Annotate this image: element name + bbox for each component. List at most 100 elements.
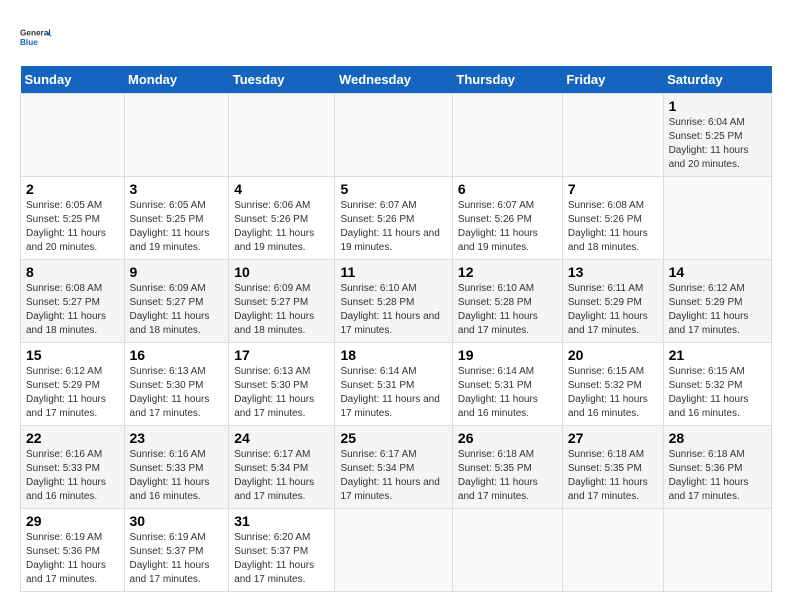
day-number: 27	[568, 430, 658, 446]
day-info: Sunrise: 6:08 AMSunset: 5:26 PMDaylight:…	[568, 199, 658, 255]
day-number: 15	[26, 347, 119, 363]
day-number: 17	[234, 347, 329, 363]
day-number: 20	[568, 347, 658, 363]
day-number: 10	[234, 264, 329, 280]
day-info: Sunrise: 6:16 AMSunset: 5:33 PMDaylight:…	[130, 448, 224, 504]
day-info: Sunrise: 6:19 AMSunset: 5:36 PMDaylight:…	[26, 531, 119, 587]
day-info: Sunrise: 6:12 AMSunset: 5:29 PMDaylight:…	[669, 282, 766, 338]
day-info: Sunrise: 6:09 AMSunset: 5:27 PMDaylight:…	[130, 282, 224, 338]
calendar-cell	[335, 94, 452, 177]
col-header-sunday: Sunday	[21, 66, 125, 94]
calendar-cell: 24Sunrise: 6:17 AMSunset: 5:34 PMDayligh…	[229, 426, 335, 509]
day-info: Sunrise: 6:17 AMSunset: 5:34 PMDaylight:…	[340, 448, 446, 504]
calendar-row: 8 Sunrise: 6:08 AMSunset: 5:27 PMDaylight…	[21, 260, 772, 343]
day-info: Sunrise: 6:10 AMSunset: 5:28 PMDaylight:…	[458, 282, 557, 338]
day-number: 31	[234, 513, 329, 529]
calendar-cell: 10 Sunrise: 6:09 AMSunset: 5:27 PMDayligh…	[229, 260, 335, 343]
calendar-cell: 18Sunrise: 6:14 AMSunset: 5:31 PMDayligh…	[335, 343, 452, 426]
day-number: 7	[568, 181, 658, 197]
day-info: Sunrise: 6:07 AMSunset: 5:26 PMDaylight:…	[458, 199, 557, 255]
day-number: 22	[26, 430, 119, 446]
day-info: Sunrise: 6:04 AMSunset: 5:25 PMDaylight:…	[669, 116, 766, 172]
calendar-cell: 13Sunrise: 6:11 AMSunset: 5:29 PMDayligh…	[562, 260, 663, 343]
day-info: Sunrise: 6:11 AMSunset: 5:29 PMDaylight:…	[568, 282, 658, 338]
calendar-cell	[335, 509, 452, 592]
day-info: Sunrise: 6:16 AMSunset: 5:33 PMDaylight:…	[26, 448, 119, 504]
calendar-row: 1 Sunrise: 6:04 AMSunset: 5:25 PMDaylight…	[21, 94, 772, 177]
day-number: 28	[669, 430, 766, 446]
day-info: Sunrise: 6:07 AMSunset: 5:26 PMDaylight:…	[340, 199, 446, 255]
calendar-row: 22 Sunrise: 6:16 AMSunset: 5:33 PMDayligh…	[21, 426, 772, 509]
calendar-cell: 29 Sunrise: 6:19 AMSunset: 5:36 PMDayligh…	[21, 509, 125, 592]
calendar-cell: 17 Sunrise: 6:13 AMSunset: 5:30 PMDayligh…	[229, 343, 335, 426]
day-number: 21	[669, 347, 766, 363]
calendar-cell: 4Sunrise: 6:06 AMSunset: 5:26 PMDaylight…	[229, 177, 335, 260]
col-header-friday: Friday	[562, 66, 663, 94]
col-header-tuesday: Tuesday	[229, 66, 335, 94]
calendar-cell: 23 Sunrise: 6:16 AMSunset: 5:33 PMDayligh…	[124, 426, 229, 509]
day-info: Sunrise: 6:08 AMSunset: 5:27 PMDaylight:…	[26, 282, 119, 338]
calendar-cell	[229, 94, 335, 177]
day-number: 19	[458, 347, 557, 363]
svg-text:Blue: Blue	[20, 38, 38, 47]
calendar-cell: 27 Sunrise: 6:18 AMSunset: 5:35 PMDayligh…	[562, 426, 663, 509]
day-number: 11	[340, 264, 446, 280]
calendar-cell: 6 Sunrise: 6:07 AMSunset: 5:26 PMDaylight…	[452, 177, 562, 260]
day-number: 25	[340, 430, 446, 446]
day-info: Sunrise: 6:19 AMSunset: 5:37 PMDaylight:…	[130, 531, 224, 587]
col-header-wednesday: Wednesday	[335, 66, 452, 94]
calendar-cell: 14 Sunrise: 6:12 AMSunset: 5:29 PMDayligh…	[663, 260, 771, 343]
calendar-cell: 31 Sunrise: 6:20 AMSunset: 5:37 PMDayligh…	[229, 509, 335, 592]
day-info: Sunrise: 6:20 AMSunset: 5:37 PMDaylight:…	[234, 531, 329, 587]
col-header-thursday: Thursday	[452, 66, 562, 94]
day-number: 14	[669, 264, 766, 280]
calendar-cell: 16 Sunrise: 6:13 AMSunset: 5:30 PMDayligh…	[124, 343, 229, 426]
calendar-cell: 25 Sunrise: 6:17 AMSunset: 5:34 PMDayligh…	[335, 426, 452, 509]
day-info: Sunrise: 6:18 AMSunset: 5:35 PMDaylight:…	[568, 448, 658, 504]
day-number: 3	[130, 181, 224, 197]
day-number: 24	[234, 430, 329, 446]
calendar-cell: 7 Sunrise: 6:08 AMSunset: 5:26 PMDaylight…	[562, 177, 663, 260]
calendar-cell: 12Sunrise: 6:10 AMSunset: 5:28 PMDayligh…	[452, 260, 562, 343]
day-info: Sunrise: 6:13 AMSunset: 5:30 PMDaylight:…	[130, 365, 224, 421]
day-info: Sunrise: 6:18 AMSunset: 5:36 PMDaylight:…	[669, 448, 766, 504]
day-info: Sunrise: 6:14 AMSunset: 5:31 PMDaylight:…	[458, 365, 557, 421]
day-info: Sunrise: 6:06 AMSunset: 5:26 PMDaylight:…	[234, 199, 329, 255]
day-number: 23	[130, 430, 224, 446]
day-number: 8	[26, 264, 119, 280]
day-number: 26	[458, 430, 557, 446]
calendar-cell	[663, 177, 771, 260]
col-header-saturday: Saturday	[663, 66, 771, 94]
day-number: 6	[458, 181, 557, 197]
calendar-cell: 28 Sunrise: 6:18 AMSunset: 5:36 PMDayligh…	[663, 426, 771, 509]
calendar-cell	[452, 94, 562, 177]
logo-icon: GeneralBlue	[20, 20, 56, 56]
calendar-cell: 8 Sunrise: 6:08 AMSunset: 5:27 PMDaylight…	[21, 260, 125, 343]
calendar-row: 15 Sunrise: 6:12 AMSunset: 5:29 PMDayligh…	[21, 343, 772, 426]
calendar-cell	[452, 509, 562, 592]
calendar-cell	[663, 509, 771, 592]
day-info: Sunrise: 6:12 AMSunset: 5:29 PMDaylight:…	[26, 365, 119, 421]
calendar-cell	[562, 509, 663, 592]
calendar-cell: 15 Sunrise: 6:12 AMSunset: 5:29 PMDayligh…	[21, 343, 125, 426]
calendar-cell: 21Sunrise: 6:15 AMSunset: 5:32 PMDayligh…	[663, 343, 771, 426]
logo: GeneralBlue	[20, 20, 56, 56]
day-info: Sunrise: 6:15 AMSunset: 5:32 PMDaylight:…	[568, 365, 658, 421]
day-info: Sunrise: 6:05 AMSunset: 5:25 PMDaylight:…	[26, 199, 119, 255]
day-number: 1	[669, 98, 766, 114]
day-info: Sunrise: 6:13 AMSunset: 5:30 PMDaylight:…	[234, 365, 329, 421]
calendar-cell: 5Sunrise: 6:07 AMSunset: 5:26 PMDaylight…	[335, 177, 452, 260]
day-number: 29	[26, 513, 119, 529]
calendar-cell	[562, 94, 663, 177]
calendar-table: SundayMondayTuesdayWednesdayThursdayFrid…	[20, 66, 772, 592]
calendar-cell	[21, 94, 125, 177]
calendar-cell: 22 Sunrise: 6:16 AMSunset: 5:33 PMDayligh…	[21, 426, 125, 509]
day-number: 30	[130, 513, 224, 529]
calendar-cell: 20 Sunrise: 6:15 AMSunset: 5:32 PMDayligh…	[562, 343, 663, 426]
calendar-cell: 19 Sunrise: 6:14 AMSunset: 5:31 PMDayligh…	[452, 343, 562, 426]
calendar-cell: 9 Sunrise: 6:09 AMSunset: 5:27 PMDaylight…	[124, 260, 229, 343]
day-number: 16	[130, 347, 224, 363]
calendar-cell: 3Sunrise: 6:05 AMSunset: 5:25 PMDaylight…	[124, 177, 229, 260]
day-info: Sunrise: 6:09 AMSunset: 5:27 PMDaylight:…	[234, 282, 329, 338]
day-number: 9	[130, 264, 224, 280]
